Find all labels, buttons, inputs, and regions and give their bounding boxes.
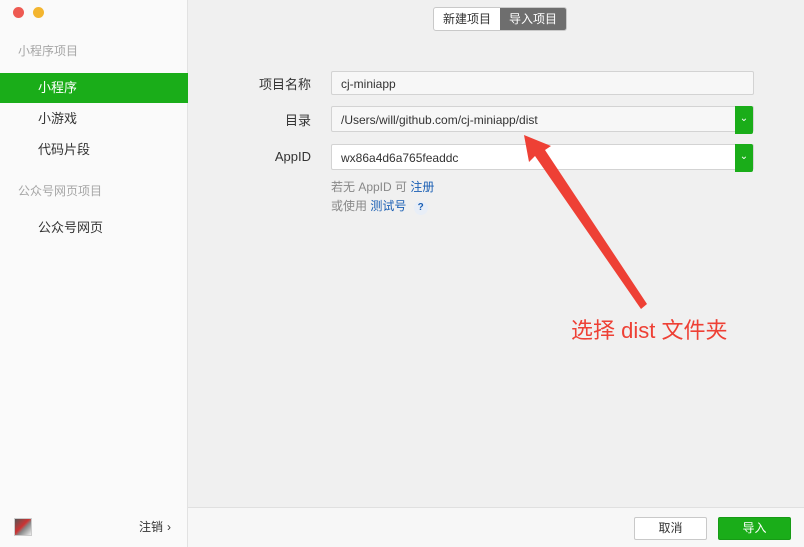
window-minimize-button[interactable] [33, 7, 44, 18]
chevron-down-icon[interactable]: ⌄ [735, 106, 753, 134]
project-name-label: 项目名称 [258, 77, 311, 92]
chevron-down-icon[interactable]: ⌄ [735, 144, 753, 172]
directory-select[interactable]: /Users/will/github.com/cj-miniapp/dist ⌄ [331, 106, 754, 134]
tab-new-project[interactable]: 新建项目 [434, 8, 500, 30]
help-icon[interactable]: ? [413, 201, 428, 215]
sidebar-item-miniprogram[interactable]: 小程序 [0, 73, 188, 103]
appid-label: AppID [274, 149, 311, 164]
project-name-value: cj-miniapp [341, 77, 396, 91]
avatar [14, 518, 32, 536]
sidebar: 小程序项目 小程序 小游戏 代码片段 公众号网页项目 公众号网页 注销 › [0, 0, 188, 547]
project-name-input[interactable]: cj-miniapp [331, 71, 754, 95]
logout-label: 注销 [138, 520, 163, 534]
sidebar-item-webpage[interactable]: 公众号网页 [0, 213, 188, 243]
directory-label: 目录 [284, 113, 311, 128]
logout-button[interactable]: 注销 › [139, 518, 171, 535]
project-mode-tabs: 新建项目 导入项目 [433, 7, 568, 31]
annotation-text: 选择 dist 文件夹 [571, 318, 728, 343]
test-account-hint: 或使用 测试号 ? [331, 197, 428, 215]
tab-import-project[interactable]: 导入项目 [500, 8, 567, 30]
main-panel: 新建项目 导入项目 项目名称 cj-miniapp 目录 /Users/will… [188, 0, 804, 547]
footer-bar: 取消 导入 [188, 507, 804, 547]
chevron-right-icon: › [167, 520, 171, 534]
appid-select[interactable]: wx86a4d6a765feaddc ⌄ [331, 144, 754, 172]
section-title-webpage: 公众号网页项目 [18, 184, 103, 198]
test-account-link[interactable]: 测试号 [370, 199, 406, 213]
register-hint-text: 若无 AppID 可 [331, 180, 408, 194]
register-link[interactable]: 注册 [410, 180, 434, 194]
import-button[interactable]: 导入 [718, 517, 791, 540]
section-title-miniprogram: 小程序项目 [18, 44, 79, 58]
test-account-hint-text: 或使用 [331, 199, 368, 213]
register-hint: 若无 AppID 可 注册 [331, 178, 434, 195]
cancel-button[interactable]: 取消 [634, 517, 707, 540]
appid-value: wx86a4d6a765feaddc [341, 151, 459, 165]
window-close-button[interactable] [13, 7, 24, 18]
sidebar-item-code-snippet[interactable]: 代码片段 [0, 135, 188, 165]
directory-value: /Users/will/github.com/cj-miniapp/dist [341, 113, 538, 127]
sidebar-item-minigame[interactable]: 小游戏 [0, 104, 188, 134]
